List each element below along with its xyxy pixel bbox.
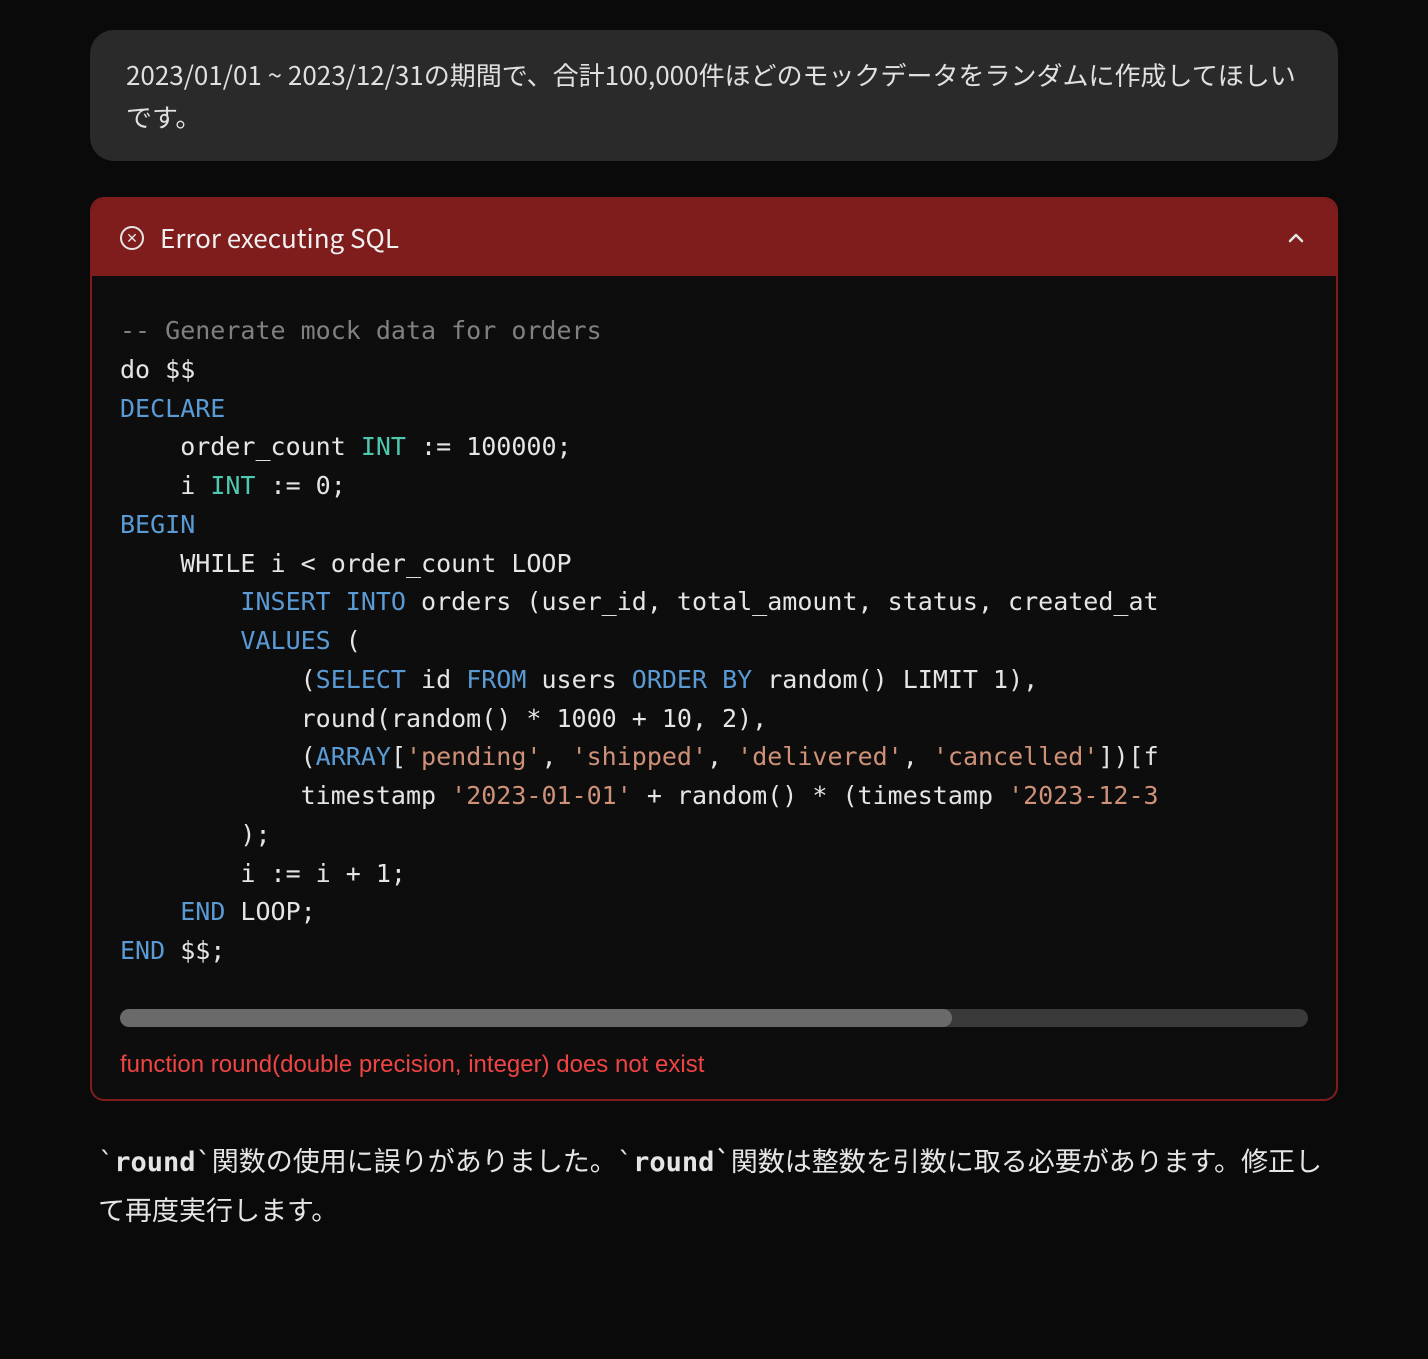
- chevron-up-icon: [1284, 226, 1308, 250]
- code-keyword: ORDER BY: [632, 665, 752, 694]
- code-text: (: [120, 742, 316, 771]
- code-text: timestamp: [120, 781, 451, 810]
- code-keyword: BEGIN: [120, 510, 195, 539]
- code-text: random() LIMIT 1),: [752, 665, 1038, 694]
- code-string: 'delivered': [737, 742, 903, 771]
- assistant-message: `round`関数の使用に誤りがありました。`round`関数は整数を引数に取る…: [90, 1137, 1338, 1232]
- inline-code: round: [633, 1147, 714, 1178]
- code-text: $$;: [165, 936, 225, 965]
- code-text: ,: [903, 742, 933, 771]
- error-header-left: ✕ Error executing SQL: [120, 219, 399, 256]
- scrollbar-thumb[interactable]: [120, 1009, 952, 1027]
- code-text: := 100000;: [406, 432, 572, 461]
- code-text: [120, 587, 240, 616]
- code-text: i: [120, 471, 210, 500]
- code-text: ,: [707, 742, 737, 771]
- code-text: order_count: [120, 432, 361, 461]
- code-text: ,: [541, 742, 571, 771]
- code-text: := 0;: [255, 471, 345, 500]
- code-text: users: [526, 665, 631, 694]
- code-string: 'pending': [406, 742, 541, 771]
- code-text: WHILE i < order_count LOOP: [120, 549, 572, 578]
- error-message-text: function round(double precision, integer…: [120, 1051, 1308, 1079]
- code-text: + random() * (timestamp: [632, 781, 1008, 810]
- code-text: LOOP;: [225, 897, 315, 926]
- code-keyword: END: [120, 936, 165, 965]
- code-type: INT: [361, 432, 406, 461]
- code-string: '2023-01-01': [451, 781, 632, 810]
- error-panel: ✕ Error executing SQL -- Generate mock d…: [90, 197, 1338, 1101]
- code-text: id: [406, 665, 466, 694]
- code-text: [: [391, 742, 406, 771]
- code-keyword: DECLARE: [120, 394, 225, 423]
- code-keyword: ARRAY: [316, 742, 391, 771]
- code-keyword: FROM: [466, 665, 526, 694]
- code-keyword: SELECT: [316, 665, 406, 694]
- code-text: [120, 897, 180, 926]
- inline-code: round: [114, 1147, 195, 1178]
- code-text: round(random() * 1000 + 10, 2),: [120, 704, 767, 733]
- text: `関数の使用に誤りがありました。`: [196, 1147, 634, 1178]
- code-type: INT: [210, 471, 255, 500]
- code-text: orders (user_id, total_amount, status, c…: [406, 587, 1159, 616]
- code-string: 'cancelled': [933, 742, 1099, 771]
- backtick: `: [98, 1147, 114, 1178]
- code-line: do $$: [120, 355, 195, 384]
- code-comment: -- Generate mock data for orders: [120, 316, 602, 345]
- code-string: '2023-12-3: [1008, 781, 1159, 810]
- code-text: (: [331, 626, 361, 655]
- code-keyword: VALUES: [240, 626, 330, 655]
- error-panel-header[interactable]: ✕ Error executing SQL: [92, 199, 1336, 276]
- code-keyword: INSERT INTO: [240, 587, 406, 616]
- sql-code-block[interactable]: -- Generate mock data for orders do $$ D…: [120, 312, 1308, 991]
- code-text: );: [120, 820, 271, 849]
- error-panel-body: -- Generate mock data for orders do $$ D…: [92, 276, 1336, 1099]
- user-message-bubble: 2023/01/01 ~ 2023/12/31の期間で、合計100,000件ほど…: [90, 30, 1338, 161]
- code-text: i := i + 1;: [120, 859, 406, 888]
- code-text: (: [120, 665, 316, 694]
- horizontal-scrollbar[interactable]: [120, 1009, 1308, 1027]
- code-text: ])[f: [1098, 742, 1158, 771]
- code-text: [120, 626, 240, 655]
- error-title: Error executing SQL: [160, 219, 399, 256]
- code-keyword: END: [180, 897, 225, 926]
- code-string: 'shipped': [572, 742, 707, 771]
- user-message-text: 2023/01/01 ~ 2023/12/31の期間で、合計100,000件ほど…: [126, 56, 1296, 135]
- error-icon: ✕: [120, 226, 144, 250]
